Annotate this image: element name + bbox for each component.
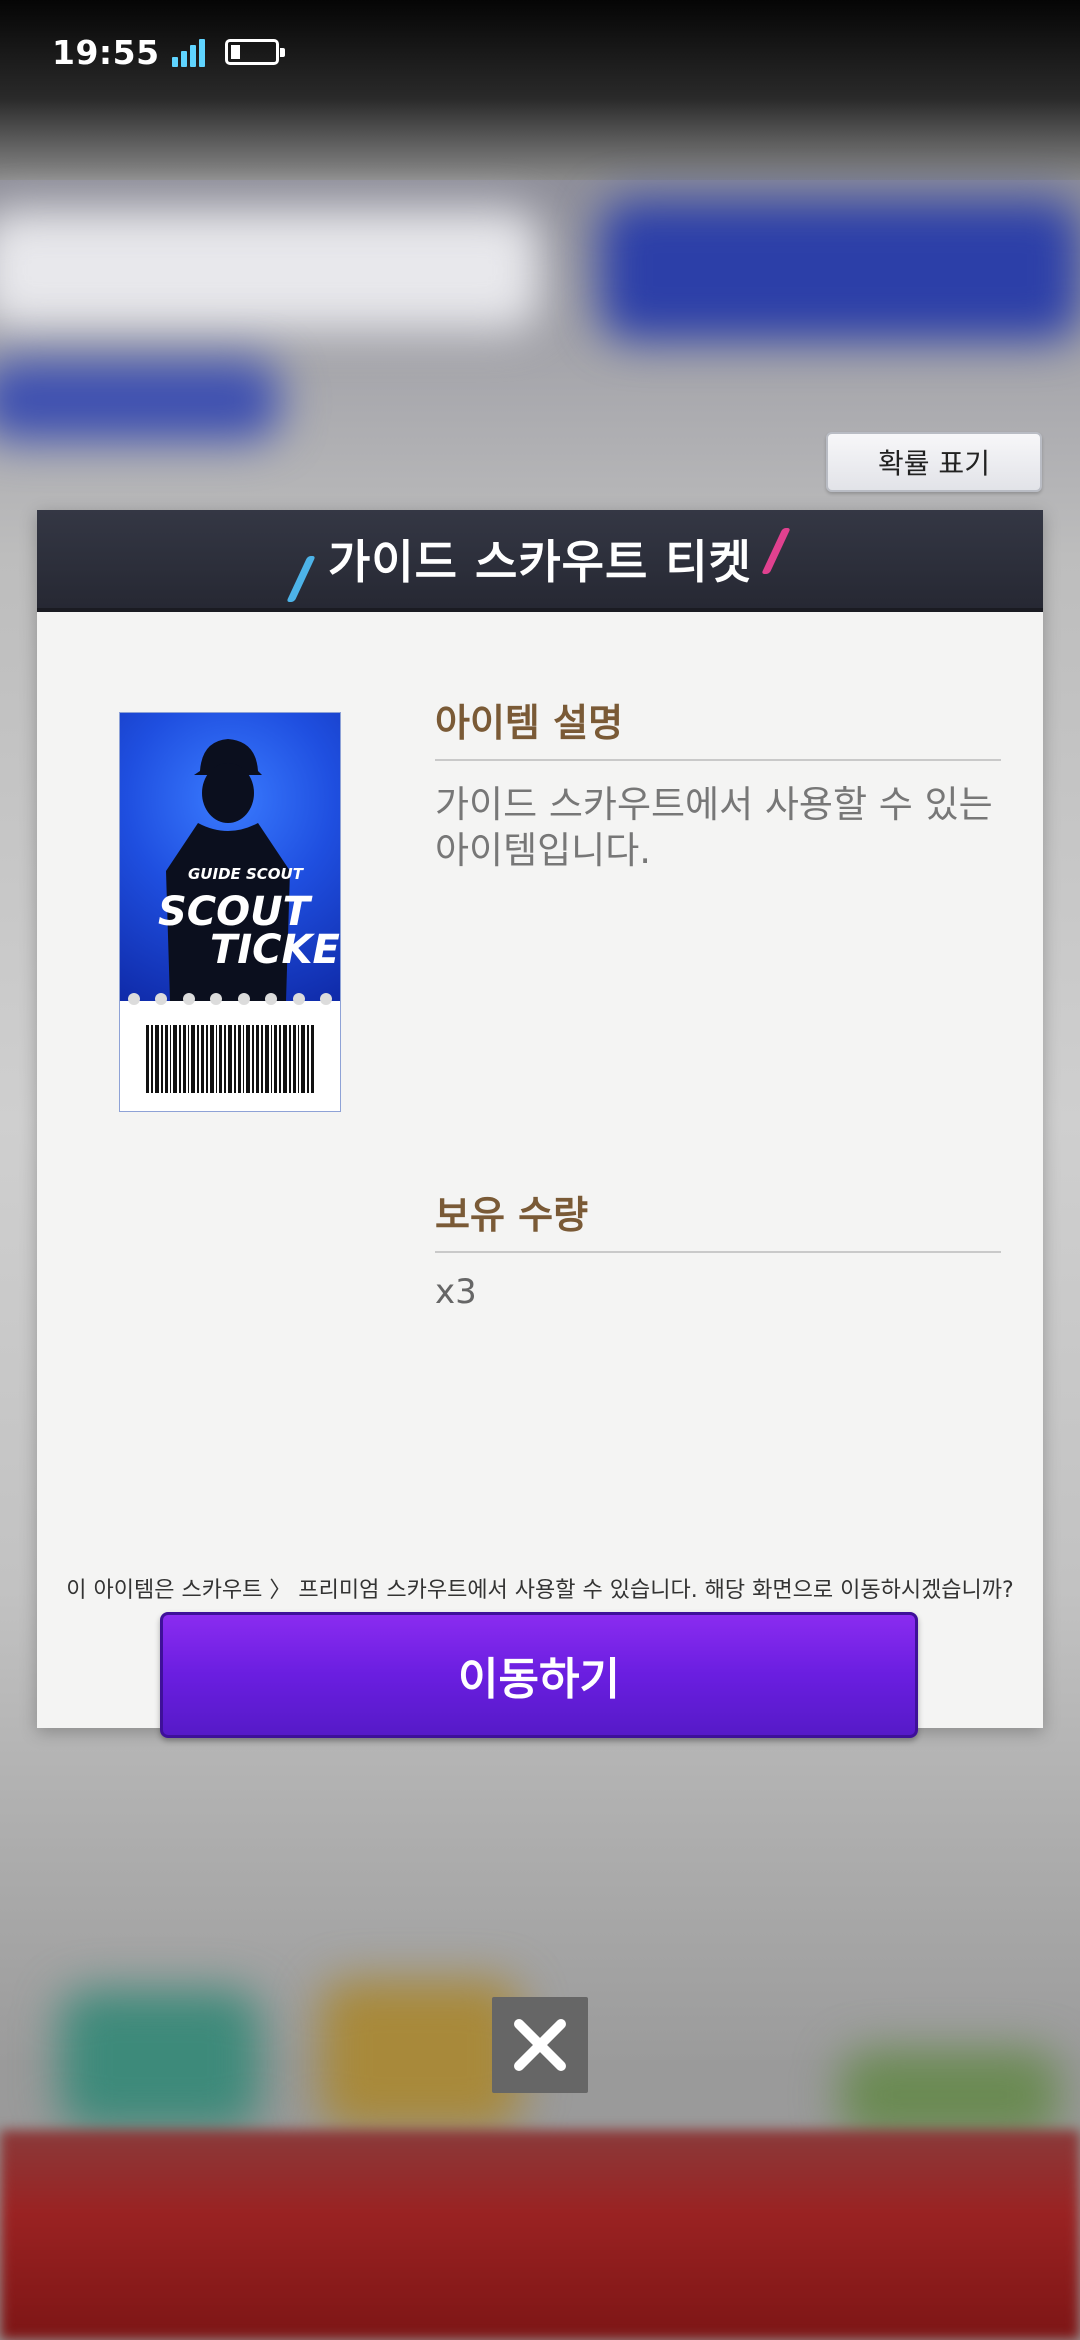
close-icon xyxy=(514,2019,566,2071)
ticket-brand: GUIDE SCOUT xyxy=(188,865,303,883)
description-text: 가이드 스카우트에서 사용할 수 있는 아이템입니다. xyxy=(435,783,993,872)
go-button-label: 이동하기 xyxy=(458,1654,620,1705)
quantity-divider xyxy=(435,1251,1001,1253)
close-button[interactable] xyxy=(492,1997,588,2093)
description-divider xyxy=(435,759,1001,761)
modal-title: 가이드 스카우트 티켓 xyxy=(328,535,752,589)
modal-header: 가이드 스카우트 티켓 xyxy=(37,510,1043,612)
battery-icon xyxy=(224,39,285,65)
ticket-line-2: TICKET xyxy=(210,927,340,973)
quantity-label: 보유 수량 xyxy=(435,1193,589,1237)
item-image: GUIDE SCOUT SCOUT TICKET xyxy=(119,712,341,1112)
quantity-value: x3 xyxy=(435,1272,477,1312)
slash-decoration-right xyxy=(761,528,791,574)
slash-decoration-left xyxy=(286,556,316,602)
probability-button-label: 확률 표기 xyxy=(878,447,990,480)
item-modal: 가이드 스카우트 티켓 GUIDE SCOUT SCOUT TICKET xyxy=(37,510,1043,1738)
status-bar: 19:55 xyxy=(52,28,285,76)
barcode-icon xyxy=(146,1025,314,1093)
go-button[interactable]: 이동하기 xyxy=(160,1612,918,1738)
ticket-perforation xyxy=(120,993,340,1007)
clock: 19:55 xyxy=(52,32,160,72)
signal-icon xyxy=(171,37,205,67)
ticket-line-1: SCOUT xyxy=(158,889,310,935)
description-label: 아이템 설명 xyxy=(435,701,624,745)
probability-button[interactable]: 확률 표기 xyxy=(826,432,1042,492)
navigation-notice: 이 아이템은 스카우트 〉 프리미엄 스카우트에서 사용할 수 있습니다. 해당… xyxy=(66,1578,1014,1603)
